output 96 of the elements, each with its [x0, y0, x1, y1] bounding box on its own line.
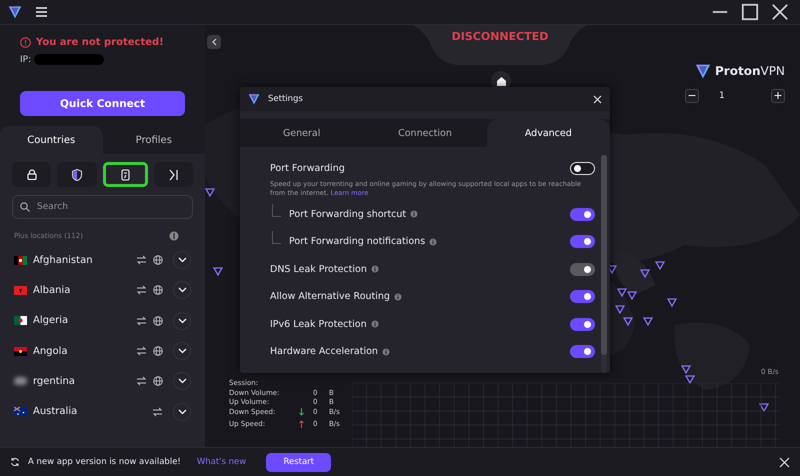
server-marker-icon[interactable]: [655, 261, 665, 270]
server-marker-icon[interactable]: [213, 267, 223, 276]
server-marker-icon[interactable]: [205, 188, 215, 197]
expand-button[interactable]: [173, 372, 191, 390]
filter-button[interactable]: [154, 162, 193, 187]
flag-icon: [14, 407, 27, 416]
search-icon: [20, 202, 30, 212]
option-label: DNS Leak Protection: [270, 264, 367, 275]
chevron-icon: [178, 257, 186, 264]
toggle-switch[interactable]: [570, 162, 595, 176]
server-marker-icon[interactable]: [617, 288, 627, 297]
chevron-icon: [178, 318, 186, 324]
menu-icon[interactable]: [36, 7, 47, 17]
country-name[interactable]: Australia: [33, 406, 146, 418]
country-name[interactable]: Angola: [33, 346, 130, 357]
zoom-out-button[interactable]: −: [685, 89, 699, 103]
close-icon: [779, 456, 790, 468]
brand-name: ProtonVPN: [715, 64, 785, 78]
flag-icon: [14, 256, 27, 265]
panel-tab[interactable]: Countries: [0, 126, 102, 154]
update-message: A new app version is now available!: [28, 457, 181, 467]
chevron-icon: [178, 408, 186, 415]
settings-tab[interactable]: Advanced: [486, 119, 610, 147]
country-name[interactable]: Afghanistan: [33, 254, 130, 266]
redaction-bar: [34, 54, 104, 65]
blurred-flag: [14, 377, 27, 386]
dialog-title: Settings: [268, 94, 303, 104]
close-button[interactable]: [779, 456, 790, 468]
toggle-switch[interactable]: [570, 345, 595, 358]
server-marker-icon[interactable]: [667, 298, 677, 307]
toggle-switch[interactable]: [570, 318, 595, 331]
shield-icon: [72, 168, 82, 180]
scrollbar[interactable]: [601, 155, 607, 373]
app-logo-icon: [8, 5, 22, 19]
expand-button[interactable]: [173, 251, 191, 270]
info-icon[interactable]: [394, 292, 402, 301]
chevron-icon: [178, 378, 186, 384]
info-icon[interactable]: [370, 320, 379, 328]
expand-button[interactable]: [173, 312, 191, 330]
refresh-icon: [10, 457, 20, 467]
arrow-to-bar-icon: [168, 168, 179, 180]
whats-new-link[interactable]: What's new: [196, 457, 246, 467]
lock-icon: [26, 169, 37, 180]
filter-button[interactable]: [12, 162, 52, 187]
chevron-icon: [211, 38, 217, 46]
filter-button[interactable]: [102, 162, 148, 187]
device-icon: [120, 168, 130, 180]
server-marker-icon[interactable]: [685, 375, 695, 384]
option-label: Port Forwarding: [270, 163, 345, 174]
chevron-icon: [178, 287, 186, 294]
status-message: You are not protected!: [36, 37, 164, 48]
collapse-button[interactable]: [207, 35, 221, 49]
down-arrow-icon: [299, 408, 304, 416]
option-label: IPv6 Leak Protection: [270, 318, 367, 330]
settings-logo-icon: [248, 93, 260, 105]
option-label: Allow Alternative Routing: [270, 291, 390, 302]
close-icon: [593, 94, 602, 104]
server-marker-icon[interactable]: [759, 403, 769, 412]
info-icon[interactable]: [410, 210, 418, 218]
server-marker-icon[interactable]: [640, 269, 650, 278]
zoom-in-button[interactable]: +: [771, 89, 785, 103]
close-button[interactable]: [593, 94, 602, 104]
brand-logo-icon: [695, 63, 711, 79]
country-name[interactable]: rgentina: [33, 376, 130, 387]
info-icon[interactable]: [429, 238, 438, 246]
option-label: Port Forwarding notifications: [289, 236, 426, 248]
info-icon[interactable]: [169, 231, 179, 241]
expand-button[interactable]: [173, 342, 191, 360]
info-icon[interactable]: [382, 348, 390, 356]
connection-status: DISCONNECTED: [452, 30, 548, 45]
filter-button[interactable]: [57, 162, 96, 187]
country-name[interactable]: Albania: [33, 284, 130, 296]
zoom-level: 1: [719, 91, 726, 101]
search-field[interactable]: Search: [12, 195, 193, 219]
option-label: Port Forwarding shortcut: [289, 208, 406, 220]
expand-button[interactable]: [173, 402, 191, 421]
option-label: Hardware Acceleration: [270, 346, 378, 358]
ip-label: IP:: [20, 54, 32, 64]
toggle-switch[interactable]: [570, 290, 595, 304]
up-arrow-icon: [299, 420, 304, 428]
server-marker-icon[interactable]: [643, 317, 653, 326]
quick-connect-button[interactable]: Quick Connect: [20, 91, 185, 116]
restart-button[interactable]: Restart: [266, 452, 332, 472]
expand-button[interactable]: [173, 281, 191, 300]
server-marker-icon[interactable]: [681, 365, 691, 374]
chevron-icon: [178, 348, 186, 354]
flag-icon: [14, 286, 27, 295]
warning-icon: [20, 37, 31, 48]
toggle-switch[interactable]: [570, 235, 595, 248]
server-marker-icon[interactable]: [627, 291, 637, 300]
server-marker-icon[interactable]: [615, 305, 625, 314]
toggle-switch[interactable]: [570, 208, 595, 221]
flag-icon: [14, 316, 27, 326]
flag-icon: [14, 346, 27, 356]
country-name[interactable]: Algeria: [33, 315, 130, 326]
server-marker-icon[interactable]: [623, 317, 633, 326]
